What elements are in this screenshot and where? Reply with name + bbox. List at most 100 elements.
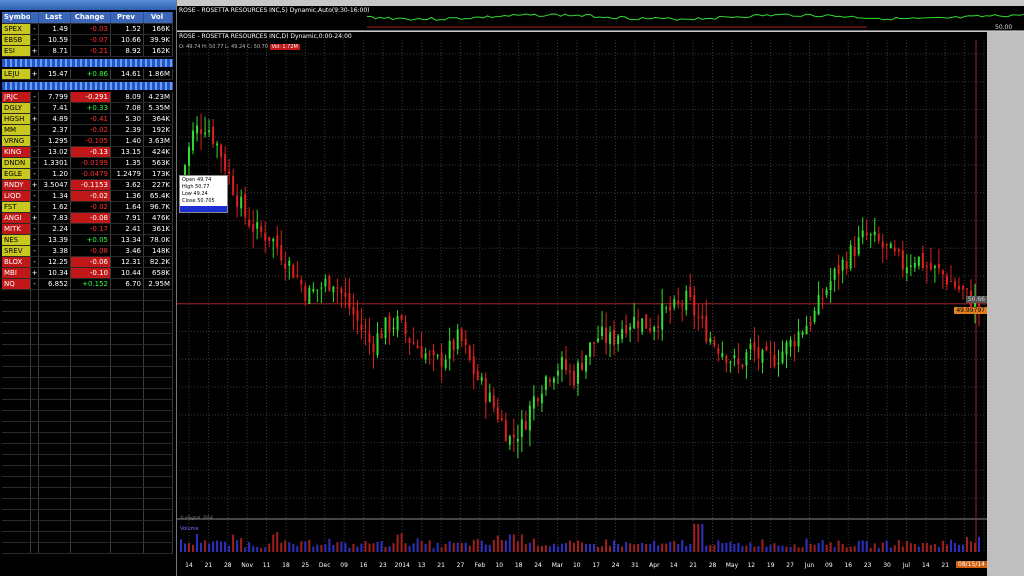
quote-row-dndn[interactable]: DNDN -1.3301 -0.0199 1.35 563K: [2, 158, 173, 169]
quote-change: -0.08: [71, 246, 111, 256]
empty-quote-row[interactable]: [2, 356, 173, 367]
quote-row-blox[interactable]: BLOX -12.25 -0.06 12.31 82.2K: [2, 257, 173, 268]
quote-last: 4.89: [39, 114, 71, 124]
empty-quote-row[interactable]: [2, 543, 173, 554]
empty-quote-row[interactable]: [2, 422, 173, 433]
header-prev[interactable]: Prev: [111, 12, 144, 23]
candle-body: [637, 321, 640, 328]
volume-bar: [757, 546, 760, 552]
empty-quote-row[interactable]: [2, 411, 173, 422]
daily-chart-panel[interactable]: 14 21 28 Nov 11 18 25 Dec 09 16 23 2014 13 21 27 Feb 10 1…: [177, 32, 1024, 576]
empty-quote-row[interactable]: [2, 444, 173, 455]
volume-bar: [917, 546, 920, 552]
volume-badge: Vol: 1.72M: [269, 44, 300, 50]
empty-quote-row[interactable]: [2, 367, 173, 378]
empty-quote-row[interactable]: [2, 312, 173, 323]
quote-symbol: ANGI: [2, 213, 31, 223]
quote-row-rndy[interactable]: RNDY +3.5047 -0.1153 3.62 227K: [2, 180, 173, 191]
empty-quote-row[interactable]: [2, 499, 173, 510]
empty-quote-row[interactable]: [2, 400, 173, 411]
empty-quote-row[interactable]: [2, 488, 173, 499]
volume-bar: [404, 543, 407, 552]
empty-quote-row[interactable]: [2, 532, 173, 543]
empty-quote-row[interactable]: [2, 433, 173, 444]
candle-body: [344, 292, 347, 297]
quote-row-mm[interactable]: MM -2.37 -0.02 2.39 192K: [2, 125, 173, 136]
quote-prev: 2.41: [111, 224, 144, 234]
quote-group-3: JRJC -7.799 -0.291 8.09 4.23M DGLY -7.41 +0.33 7…: [2, 92, 173, 290]
header-change[interactable]: Change: [71, 12, 111, 23]
volume-bar: [781, 545, 784, 552]
daily-chart-title: ROSE - ROSETTA RESOURCES INC,D) Dynamic,…: [179, 33, 352, 40]
volume-bar: [713, 544, 716, 552]
quote-row-esi[interactable]: ESI +8.71 -0.21 8.92 162K: [2, 46, 173, 57]
quote-row-egle[interactable]: EGLE -1.20 -0.0479 1.2479 173K: [2, 169, 173, 180]
quote-row-jrjc[interactable]: JRJC -7.799 -0.291 8.09 4.23M: [2, 92, 173, 103]
volume-bar: [240, 538, 243, 552]
header-last[interactable]: Last: [39, 12, 71, 23]
candle-body: [472, 356, 475, 375]
candle-body: [761, 350, 764, 363]
empty-quote-row[interactable]: [2, 323, 173, 334]
header-symbol[interactable]: Symbol: [2, 12, 31, 23]
volume-bar: [420, 540, 423, 552]
candle-body: [500, 418, 503, 421]
empty-quote-row[interactable]: [2, 521, 173, 532]
quote-row-leju[interactable]: LEJU +15.47 +0.86 14.61 1.86M: [2, 69, 173, 80]
quote-prev: 1.64: [111, 202, 144, 212]
quote-row-king[interactable]: KING -13.02 -0.13 13.15 424K: [2, 147, 173, 158]
quote-row-vrng[interactable]: VRNG -1.295 -0.105 1.40 3.63M: [2, 136, 173, 147]
empty-quote-row[interactable]: [2, 290, 173, 301]
quote-row-ebsb[interactable]: EBSB -10.59 -0.07 10.66 39.9K: [2, 35, 173, 46]
quote-row-liqd[interactable]: LIQD -1.34 -0.02 1.36 65.4K: [2, 191, 173, 202]
volume-bar: [260, 547, 263, 552]
volume-bar: [677, 544, 680, 552]
candle-body: [308, 287, 311, 305]
empty-quote-row[interactable]: [2, 301, 173, 312]
quote-sign: -: [31, 202, 39, 212]
candle-body: [364, 330, 367, 333]
empty-quote-row[interactable]: [2, 378, 173, 389]
candle-body: [388, 316, 391, 333]
quote-symbol: RNDY: [2, 180, 31, 190]
header-vol[interactable]: Vol: [144, 12, 173, 23]
candle-body: [212, 126, 215, 144]
empty-quote-row[interactable]: [2, 345, 173, 356]
intraday-chart-panel[interactable]: ROSE - ROSETTA RESOURCES INC,5) Dynamic,…: [177, 6, 1024, 31]
quote-row-dgly[interactable]: DGLY -7.41 +0.33 7.08 5.35M: [2, 103, 173, 114]
empty-quote-row[interactable]: [2, 466, 173, 477]
candle-body: [673, 299, 676, 308]
quote-board-titlebar[interactable]: [0, 0, 176, 10]
quote-row-spex[interactable]: SPEX -1.49 -0.03 1.52 166K: [2, 24, 173, 35]
quote-row-srev[interactable]: SREV -3.38 -0.08 3.46 148K: [2, 246, 173, 257]
quote-row-hgsh[interactable]: HGSH +4.89 -0.41 5.30 364K: [2, 114, 173, 125]
quote-row-mitk[interactable]: MITK -2.24 -0.17 2.41 361K: [2, 224, 173, 235]
empty-quote-row[interactable]: [2, 389, 173, 400]
empty-quote-row[interactable]: [2, 477, 173, 488]
candle-body: [949, 281, 952, 283]
candle-body: [597, 338, 600, 342]
quote-row-fst[interactable]: FST -1.62 -0.02 1.64 96.7K: [2, 202, 173, 213]
empty-quote-row[interactable]: [2, 334, 173, 345]
daily-chart-svg[interactable]: 14 21 28 Nov 11 18 25 Dec 09 16 23 2014 13 21 27 Feb 10 1…: [177, 32, 1024, 576]
x-tick-label: 13: [418, 562, 426, 569]
quote-row-nq[interactable]: NQ -6.852 +0.152 6.70 2.95M: [2, 279, 173, 290]
intraday-chart-svg: 50.00: [366, 13, 1024, 31]
empty-quote-row[interactable]: [2, 455, 173, 466]
quote-row-mbi[interactable]: MBI +10.34 -0.10 10.44 658K: [2, 268, 173, 279]
empty-quote-row[interactable]: [2, 510, 173, 521]
volume-bar: [196, 533, 199, 552]
x-tick-label: 14: [922, 562, 930, 569]
volume-bar: [801, 547, 804, 552]
quote-change: -0.02: [71, 191, 111, 201]
quote-grid[interactable]: Symbol Last Change Prev Vol SPEX -1.49 -0.…: [2, 12, 173, 554]
quote-board[interactable]: Symbol Last Change Prev Vol SPEX -1.49 -0.…: [0, 0, 177, 576]
quote-row-nes[interactable]: NES -13.39 +0.05 13.34 78.0K: [2, 235, 173, 246]
volume-bar: [536, 545, 539, 552]
candle-body: [669, 305, 672, 311]
price-axis-panel[interactable]: [987, 32, 1024, 576]
quote-row-angi[interactable]: ANGI +7.83 -0.08 7.91 476K: [2, 213, 173, 224]
candle-body: [200, 129, 203, 134]
quote-symbol: EGLE: [2, 169, 31, 179]
quote-prev: 1.2479: [111, 169, 144, 179]
